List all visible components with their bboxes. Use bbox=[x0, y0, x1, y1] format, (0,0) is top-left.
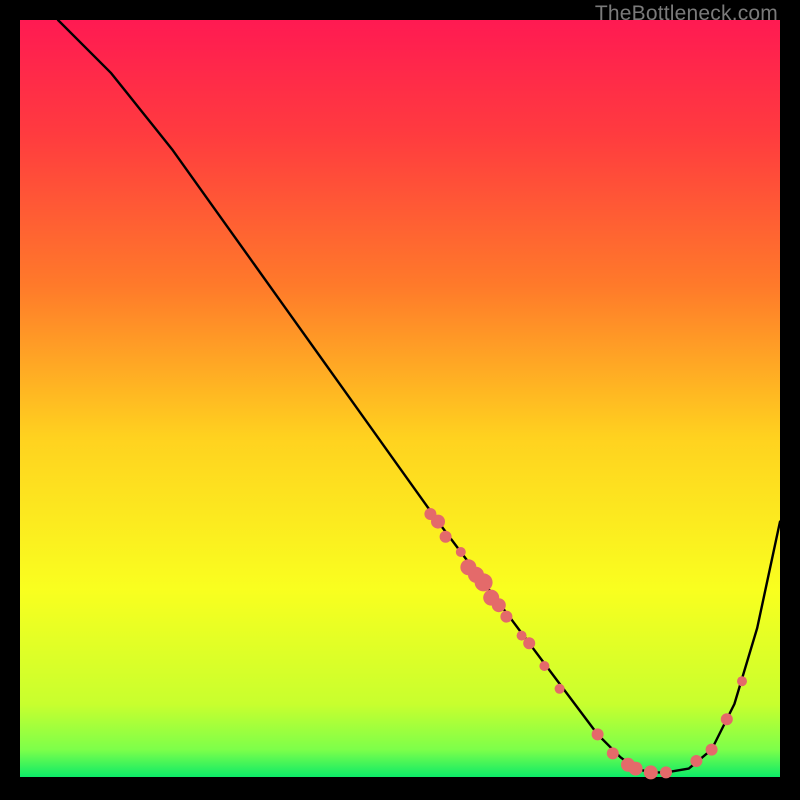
data-marker bbox=[660, 766, 672, 778]
data-marker bbox=[500, 611, 512, 623]
data-marker bbox=[737, 676, 747, 686]
gradient-bg bbox=[20, 20, 780, 780]
data-marker bbox=[539, 661, 549, 671]
data-marker bbox=[431, 515, 445, 529]
data-marker bbox=[629, 762, 643, 776]
data-marker bbox=[475, 573, 493, 591]
data-marker bbox=[706, 744, 718, 756]
data-marker bbox=[644, 765, 658, 779]
bottleneck-chart bbox=[20, 20, 780, 780]
data-marker bbox=[555, 684, 565, 694]
data-marker bbox=[690, 755, 702, 767]
data-marker bbox=[523, 637, 535, 649]
data-marker bbox=[456, 547, 466, 557]
data-marker bbox=[607, 747, 619, 759]
data-marker bbox=[721, 713, 733, 725]
chart-frame bbox=[20, 20, 780, 780]
data-marker bbox=[492, 598, 506, 612]
data-marker bbox=[592, 728, 604, 740]
data-marker bbox=[440, 531, 452, 543]
